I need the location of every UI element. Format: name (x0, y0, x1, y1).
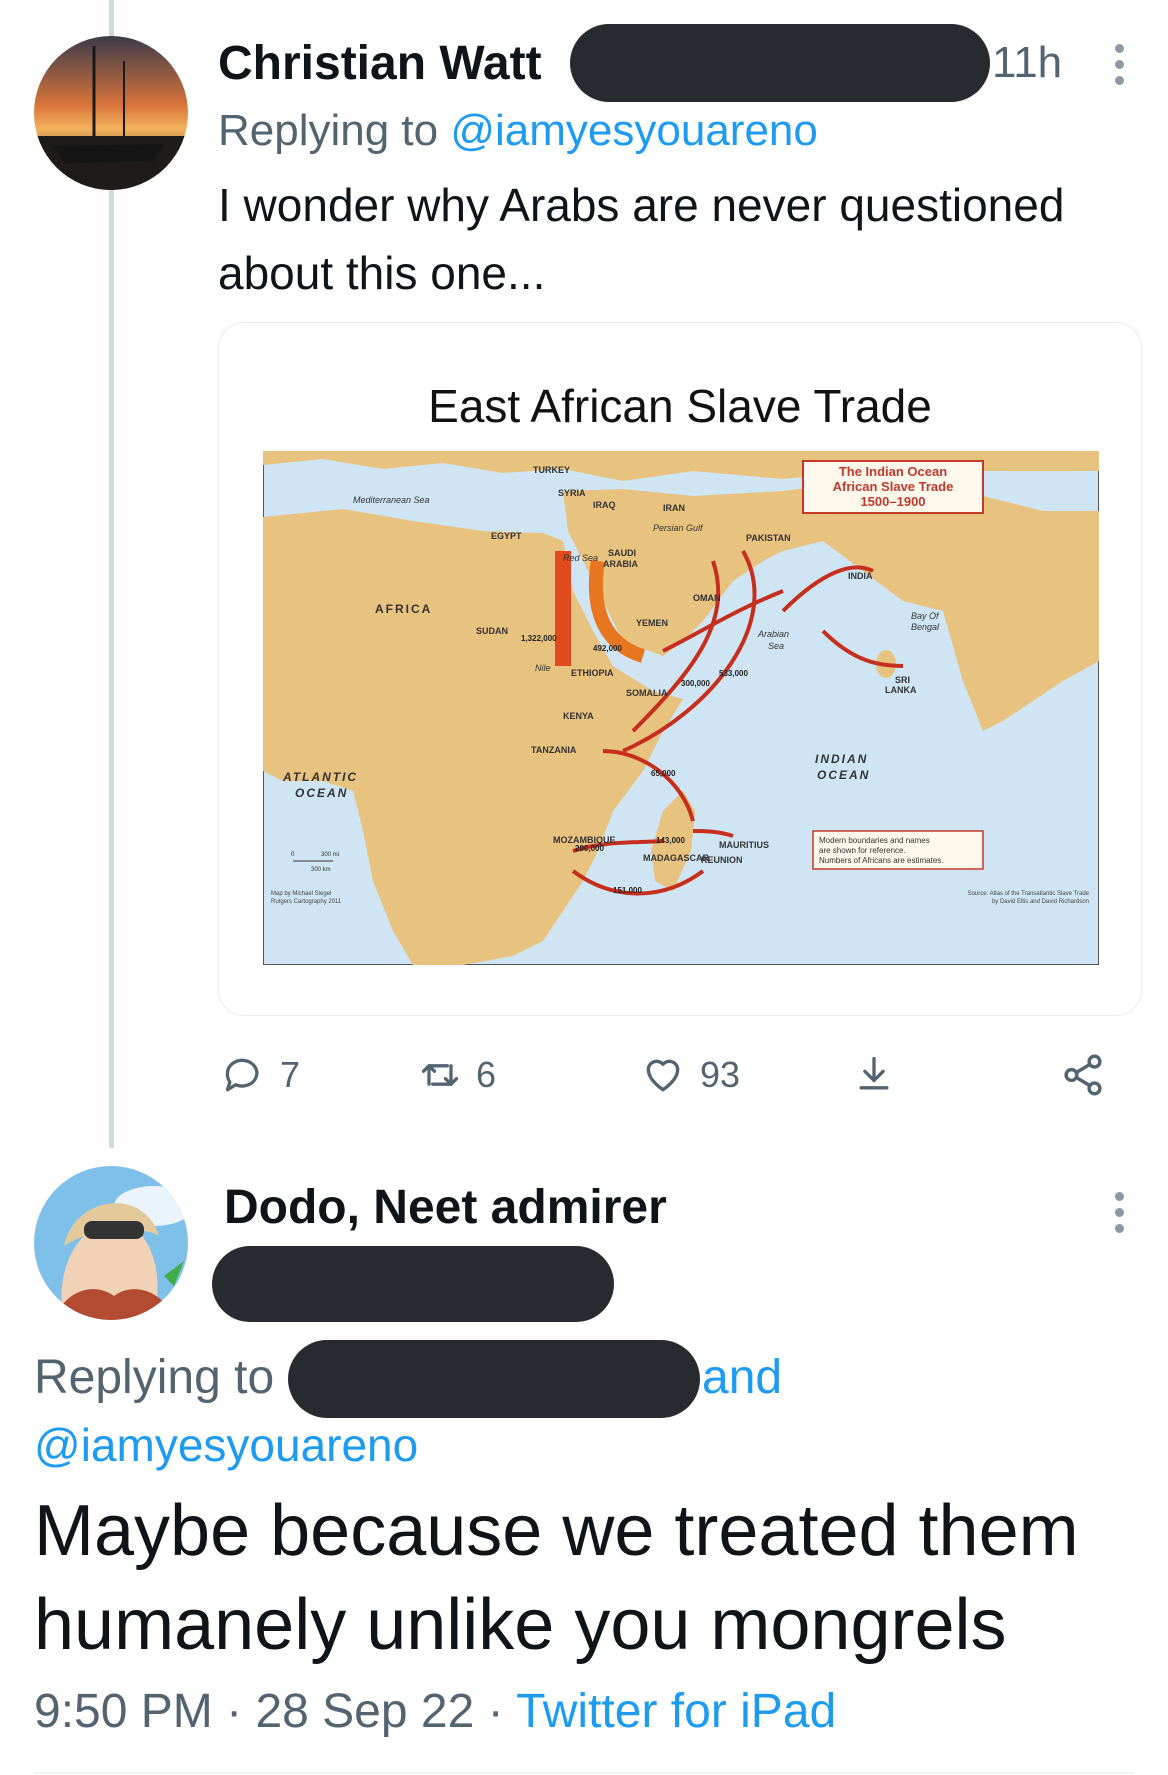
label-turkey: TURKEY (533, 465, 570, 475)
like-button[interactable]: 93 (640, 1050, 740, 1100)
label-reunion: REUNION (701, 855, 743, 865)
label-saudi: SAUDI (608, 548, 636, 558)
label-sri: SRI (895, 675, 910, 685)
divider (34, 1772, 1134, 1774)
slave-trade-map: The Indian Ocean African Slave Trade 150… (263, 451, 1099, 965)
figure-to-mauritius: 65,000 (651, 769, 676, 778)
like-icon (646, 1059, 680, 1092)
note-line1: Modern boundaries and names (819, 836, 930, 845)
author-name[interactable]: Dodo, Neet admirer (224, 1180, 667, 1235)
label-africa: AFRICA (375, 602, 432, 616)
legend-line1: The Indian Ocean (839, 464, 947, 479)
scale-km: 300 km (311, 867, 331, 873)
label-iran: IRAN (663, 503, 685, 513)
label-ethiopia: ETHIOPIA (571, 668, 614, 678)
reply-button[interactable]: 7 (222, 1050, 300, 1100)
figure-red-sea-route: 492,000 (593, 644, 622, 653)
credit-line2: Rutgers Cartography 2011 (271, 899, 342, 905)
tweet-text-line1: I wonder why Arabs are never questioned (218, 179, 1065, 231)
figure-madagascar-route: 143,000 (656, 836, 685, 845)
label-atlantic: ATLANTIC (282, 770, 358, 784)
label-lanka: LANKA (885, 685, 917, 695)
reply-count: 7 (280, 1054, 301, 1095)
label-egypt: EGYPT (491, 531, 522, 541)
credit-line1: Map by Michael Siegel (271, 891, 331, 897)
label-bengal: Bengal (911, 622, 940, 632)
more-icon[interactable] (1115, 44, 1125, 92)
tweet-text-line1: Maybe because we treated them (34, 1491, 1079, 1571)
label-indian-ocean: OCEAN (817, 768, 870, 782)
like-count: 93 (700, 1054, 741, 1095)
map-title: East African Slave Trade (428, 380, 932, 432)
share-icon (859, 1056, 889, 1090)
replying-prefix: Replying to (218, 106, 451, 155)
label-arabian-sea: Sea (768, 641, 784, 651)
label-tanzania: TANZANIA (531, 745, 577, 755)
label-sudan: SUDAN (476, 626, 508, 636)
replying-prefix: Replying to (34, 1351, 275, 1404)
media-card[interactable]: East African Slave Trade The Indian Ocea… (218, 322, 1142, 1016)
source-line1: Source: Atlas of the Transatlantic Slave… (968, 891, 1090, 897)
legend-line3: 1500–1900 (860, 494, 925, 509)
replying-to: Replying to (34, 1350, 274, 1405)
label-pakistan: PAKISTAN (746, 533, 791, 543)
avatar[interactable] (34, 1166, 188, 1320)
scale-mi: 300 mi (321, 852, 339, 858)
source-line2: by David Eltis and David Richardson (992, 899, 1089, 905)
retweet-count: 6 (476, 1054, 497, 1095)
retweet-button[interactable]: 6 (418, 1050, 496, 1100)
reply-icon (225, 1058, 259, 1092)
label-india: INDIA (848, 571, 873, 581)
avatar[interactable] (34, 36, 188, 190)
retweet-icon (421, 1064, 459, 1086)
tweet-date[interactable]: 28 Sep 22 (255, 1685, 474, 1738)
legend-line2: African Slave Trade (833, 479, 954, 494)
redacted-handle (570, 24, 990, 102)
replying-handle-link[interactable]: @iamyesyouareno (450, 106, 818, 155)
figure-swahili-route: 533,000 (719, 669, 748, 678)
note-line3: Numbers of Africans are estimates. (819, 856, 944, 865)
tweet-time[interactable]: 11h (992, 38, 1062, 88)
label-nile: Nile (535, 663, 551, 673)
label-kenya: KENYA (563, 711, 594, 721)
label-arabia: ARABIA (603, 559, 638, 569)
replying-to: Replying to @iamyesyouareno (218, 106, 818, 156)
figure-nile-route: 1,322,000 (521, 634, 557, 643)
meta-separator: · (226, 1685, 243, 1738)
tweet-source-link[interactable]: Twitter for iPad (516, 1685, 836, 1738)
label-bay-of: Bay Of (911, 611, 940, 621)
label-iraq: IRAQ (593, 500, 616, 510)
figure-somali-route: 300,000 (681, 679, 710, 688)
label-madagascar: MADAGASCAR (643, 853, 709, 863)
label-atlantic-ocean: OCEAN (295, 786, 348, 800)
author-name[interactable]: Christian Watt (218, 36, 542, 91)
share-network-button[interactable] (1060, 1050, 1106, 1100)
replying-and: and (702, 1351, 783, 1404)
tweet-text-line2: humanely unlike you mongrels (34, 1585, 1007, 1665)
meta-separator: · (487, 1685, 504, 1738)
figure-mozambique-route: 200,000 (575, 844, 604, 853)
replying-handle-link[interactable]: @iamyesyouareno (34, 1418, 418, 1472)
note-line2: are shown for reference. (819, 846, 906, 855)
redacted-mentions (288, 1340, 700, 1418)
more-icon[interactable] (1115, 1192, 1125, 1240)
label-med-sea: Mediterranean Sea (353, 495, 430, 505)
label-red-sea: Red Sea (563, 553, 598, 563)
label-somalia: SOMALIA (626, 688, 668, 698)
label-mauritius: MAURITIUS (719, 840, 769, 850)
label-syria: SYRIA (558, 488, 586, 498)
label-persian-gulf: Persian Gulf (653, 523, 704, 533)
label-arabian: Arabian (757, 629, 789, 639)
tweet-meta: 9:50 PM · 28 Sep 22 · Twitter for iPad (34, 1684, 836, 1739)
label-oman: OMAN (693, 593, 721, 603)
tweet-time[interactable]: 9:50 PM (34, 1685, 213, 1738)
figure-southern-route: 151,000 (613, 886, 642, 895)
share-button[interactable] (852, 1050, 896, 1100)
redacted-handle (212, 1246, 614, 1322)
label-indian: INDIAN (815, 752, 868, 766)
share-network-icon (1064, 1054, 1102, 1096)
label-yemen: YEMEN (636, 618, 668, 628)
tweet-text-line2: about this one... (218, 247, 546, 299)
